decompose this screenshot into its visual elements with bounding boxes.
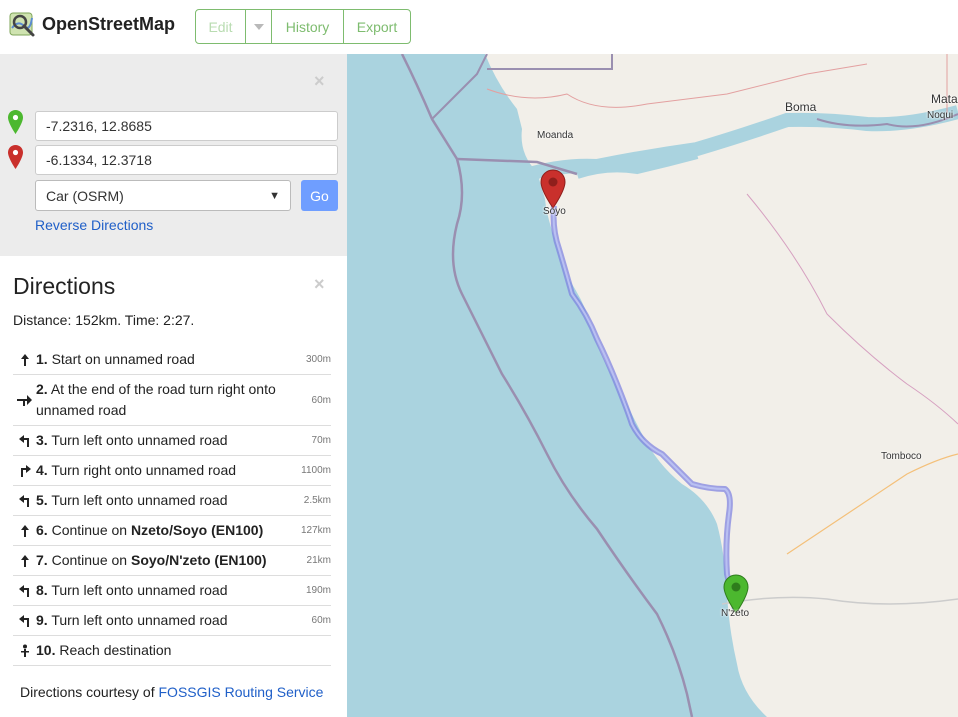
go-button[interactable]: Go xyxy=(301,180,338,211)
road-name: Nzeto/Soyo (EN100) xyxy=(130,522,264,538)
map-label-boma: Boma xyxy=(785,100,817,114)
reverse-directions-link[interactable]: Reverse Directions xyxy=(35,217,153,233)
step-instruction: Continue on xyxy=(51,552,131,568)
step-distance: 190m xyxy=(305,585,331,596)
step-instruction: Turn right onto unnamed road xyxy=(51,462,237,478)
direction-step[interactable]: 8. Turn left onto unnamed road 190m xyxy=(13,576,331,606)
direction-step[interactable]: 3. Turn left onto unnamed road 70m xyxy=(13,426,331,456)
straight-arrow-icon xyxy=(13,524,36,538)
step-number: 5. xyxy=(36,492,48,508)
caret-down-icon xyxy=(253,23,264,30)
left-turn-icon xyxy=(13,494,36,508)
step-distance: 70m xyxy=(311,435,331,446)
direction-step[interactable]: 2. At the end of the road turn right ont… xyxy=(13,375,331,426)
edit-dropdown-button[interactable] xyxy=(246,10,272,43)
directions-title: Directions xyxy=(13,273,116,299)
step-instruction: Turn left onto unnamed road xyxy=(51,612,228,628)
road-name: Soyo/N'zeto (EN100) xyxy=(130,552,267,568)
brand-name: OpenStreetMap xyxy=(42,13,176,34)
direction-step[interactable]: 7. Continue on Soyo/N'zeto (EN100) 21km xyxy=(13,546,331,576)
left-turn-icon xyxy=(13,434,36,448)
step-number: 2. xyxy=(36,381,48,397)
step-instruction: Turn left onto unnamed road xyxy=(51,492,228,508)
step-distance: 21km xyxy=(306,555,331,566)
step-distance: 127km xyxy=(300,525,331,536)
right-turn-icon xyxy=(13,464,36,478)
step-number: 8. xyxy=(36,582,48,598)
directions-form: × -7.2316, 12.8685 -6.1334, 12.3718 Car … xyxy=(0,54,347,256)
step-number: 1. xyxy=(36,351,48,367)
step-number: 9. xyxy=(36,612,48,628)
step-instruction: Start on unnamed road xyxy=(51,351,195,367)
end-right-turn-icon xyxy=(13,393,36,407)
map-label-mata: Mata xyxy=(931,92,958,106)
edit-button-group: Edit History Export xyxy=(195,9,411,44)
step-distance: 1100m xyxy=(301,465,331,476)
straight-arrow-icon xyxy=(13,554,36,568)
routing-engine-value: Car (OSRM) xyxy=(46,187,124,204)
step-number: 6. xyxy=(36,522,48,538)
osm-logo-icon xyxy=(9,12,35,37)
direction-step[interactable]: 4. Turn right onto unnamed road 1100m xyxy=(13,456,331,486)
left-turn-icon xyxy=(13,584,36,598)
sidebar: × -7.2316, 12.8685 -6.1334, 12.3718 Car … xyxy=(0,54,347,717)
map-label-soyo: Soyo xyxy=(543,206,566,217)
end-marker-icon xyxy=(8,145,23,169)
panel-close-icon[interactable]: × xyxy=(314,274,325,295)
map-label-noqui: Noqui xyxy=(927,110,954,121)
step-number: 4. xyxy=(36,462,48,478)
route-summary: Distance: 152km. Time: 2:27. xyxy=(13,312,195,328)
step-instruction: Turn left onto unnamed road xyxy=(51,582,228,598)
direction-step[interactable]: 6. Continue on Nzeto/Soyo (EN100) 127km xyxy=(13,516,331,546)
history-button[interactable]: History xyxy=(272,10,344,43)
route-from-input[interactable]: -7.2316, 12.8685 xyxy=(35,111,338,141)
step-instruction: Turn left onto unnamed road xyxy=(51,432,228,448)
direction-step[interactable]: 10. Reach destination xyxy=(13,636,331,666)
map-canvas[interactable] xyxy=(347,54,958,717)
edit-button[interactable]: Edit xyxy=(196,10,246,43)
step-instruction: Continue on xyxy=(51,522,131,538)
straight-arrow-icon xyxy=(13,353,36,367)
destination-pin-icon xyxy=(13,644,36,658)
step-instruction: At the end of the road turn right onto u… xyxy=(36,381,276,418)
direction-step[interactable]: 9. Turn left onto unnamed road 60m xyxy=(13,606,331,636)
header: OpenStreetMap Edit History Export xyxy=(0,0,958,54)
start-marker-icon xyxy=(8,110,23,134)
form-close-icon[interactable]: × xyxy=(314,71,325,92)
step-number: 3. xyxy=(36,432,48,448)
step-number: 7. xyxy=(36,552,48,568)
logo[interactable]: OpenStreetMap xyxy=(8,10,175,38)
routing-engine-select[interactable]: Car (OSRM) ▼ xyxy=(35,180,291,211)
directions-attribution: Directions courtesy of FOSSGIS Routing S… xyxy=(20,684,323,700)
map-label-tomboco: Tomboco xyxy=(881,451,922,462)
directions-steps: 1. Start on unnamed road 300m 2. At the … xyxy=(13,345,331,666)
directions-panel: Directions × Distance: 152km. Time: 2:27… xyxy=(0,256,347,717)
map-label-nzeto: N'zeto xyxy=(721,608,750,619)
step-distance: 60m xyxy=(311,394,331,406)
left-turn-icon xyxy=(13,614,36,628)
map-view[interactable]: Boma Mata Noqui Moanda Soyo Tomboco N'ze… xyxy=(347,54,958,717)
step-number: 10. xyxy=(36,642,56,658)
attribution-text: Directions courtesy of xyxy=(20,684,159,700)
direction-step[interactable]: 5. Turn left onto unnamed road 2.5km xyxy=(13,486,331,516)
direction-step[interactable]: 1. Start on unnamed road 300m xyxy=(13,345,331,375)
chevron-down-icon: ▼ xyxy=(269,189,280,202)
export-button[interactable]: Export xyxy=(344,10,410,43)
fossgis-routing-link[interactable]: FOSSGIS Routing Service xyxy=(159,684,324,700)
step-distance: 300m xyxy=(305,354,331,365)
map-label-moanda: Moanda xyxy=(537,130,574,141)
route-to-input[interactable]: -6.1334, 12.3718 xyxy=(35,145,338,175)
step-distance: 2.5km xyxy=(303,495,331,506)
step-distance: 60m xyxy=(311,615,331,626)
step-instruction: Reach destination xyxy=(59,642,172,658)
